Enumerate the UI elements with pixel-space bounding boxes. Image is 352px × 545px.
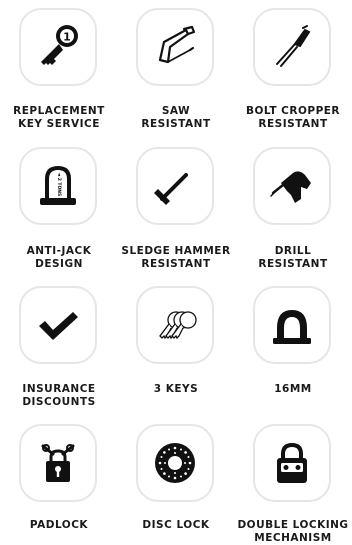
feature-tile	[136, 8, 214, 86]
three-keys-icon	[159, 311, 197, 340]
feature-tile	[253, 286, 331, 364]
key-with-number-icon: 1	[41, 25, 78, 65]
feature-tile	[253, 424, 331, 502]
feature-drill-resistant: DRILL RESISTANT	[234, 140, 352, 280]
feature-bolt-cropper-resistant: BOLT CROPPER RESISTANT	[234, 0, 352, 140]
padlock-chain-icon	[41, 444, 75, 482]
feature-label: DISC LOCK	[142, 519, 210, 531]
feature-disc-lock: DISC LOCK	[117, 420, 235, 544]
key-number: 1	[63, 31, 71, 44]
feature-insurance-discounts: INSURANCE DISCOUNTS	[0, 280, 118, 420]
feature-tile	[136, 286, 214, 364]
checkmark-icon	[39, 312, 78, 340]
feature-label: INSURANCE DISCOUNTS	[22, 383, 96, 408]
feature-label: REPLACEMENT KEY SERVICE	[13, 105, 105, 130]
feature-replacement-key-service: 1 REPLACEMENT KEY SERVICE	[0, 0, 118, 140]
feature-label: BOLT CROPPER RESISTANT	[245, 105, 341, 130]
feature-tile	[253, 147, 331, 225]
bolt-cropper-icon	[276, 25, 311, 67]
feature-label: SAW RESISTANT	[141, 105, 211, 130]
feature-tile: 1	[19, 8, 97, 86]
feature-tile	[253, 8, 331, 86]
u-lock-icon: ◄ 2 TONS ►	[40, 165, 76, 205]
feature-anti-jack-design: ◄ 2 TONS ► ANTI-JACK DESIGN	[0, 140, 118, 280]
feature-label: SLEDGE HAMMER RESISTANT	[121, 245, 231, 270]
feature-sledge-hammer-resistant: SLEDGE HAMMER RESISTANT	[117, 140, 235, 280]
feature-3-keys: 3 KEYS	[117, 280, 235, 420]
sledge-hammer-icon	[154, 173, 188, 205]
feature-label: DRILL RESISTANT	[258, 245, 328, 270]
feature-tile: ◄ 2 TONS ►	[19, 147, 97, 225]
feature-label: 3 KEYS	[153, 383, 199, 395]
shackle-16mm-icon	[273, 310, 311, 344]
feature-label: PADLOCK	[29, 519, 89, 531]
feature-tile	[136, 424, 214, 502]
features-grid: 1 REPLACEMENT KEY SERVICE SAW RESISTANT	[0, 0, 352, 544]
hacksaw-icon	[158, 25, 196, 64]
feature-double-locking-mechanism: DOUBLE LOCKING MECHANISM	[234, 420, 352, 544]
disc-lock-icon	[155, 443, 195, 483]
feature-label: DOUBLE LOCKING MECHANISM	[237, 519, 349, 544]
power-drill-icon	[270, 171, 311, 203]
feature-saw-resistant: SAW RESISTANT	[117, 0, 235, 140]
two-tons-text: ◄ 2 TONS ►	[56, 173, 62, 202]
feature-label: ANTI-JACK DESIGN	[26, 245, 92, 270]
feature-tile	[19, 424, 97, 502]
feature-label: 16MM	[274, 383, 312, 395]
lock-mechanism-icon	[277, 442, 307, 483]
feature-tile	[19, 286, 97, 364]
feature-tile	[136, 147, 214, 225]
feature-padlock: PADLOCK	[0, 420, 118, 544]
feature-16mm: 16MM	[234, 280, 352, 420]
